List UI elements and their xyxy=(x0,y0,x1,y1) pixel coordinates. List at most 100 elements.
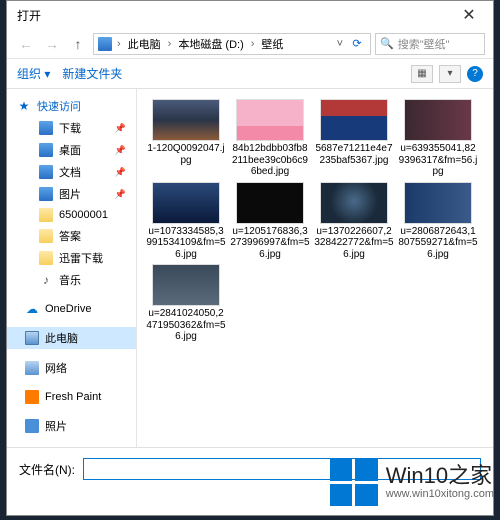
sidebar-label: Fresh Paint xyxy=(45,391,101,403)
sidebar-item-network[interactable]: 网络 xyxy=(7,357,136,379)
file-thumbnail xyxy=(152,182,220,224)
pin-icon: 📌 xyxy=(115,145,126,156)
file-grid: 1-120Q0092047.jpg84b12bdbb03fb8211bee39c… xyxy=(137,89,493,447)
file-item[interactable]: u=1370226607,2328422772&fm=56.jpg xyxy=(313,182,395,261)
pictures-icon xyxy=(39,187,53,201)
file-name-label: u=2806872643,1807559271&fm=56.jpg xyxy=(397,224,479,261)
folder-icon xyxy=(39,251,53,265)
file-thumbnail xyxy=(404,182,472,224)
sidebar-item-this-pc[interactable]: 此电脑 xyxy=(7,327,136,349)
sidebar-item-answers[interactable]: 答案 xyxy=(7,225,136,247)
close-icon: ✕ xyxy=(462,5,475,25)
sidebar-item-onedrive[interactable]: ☁ OneDrive xyxy=(7,299,136,319)
close-button[interactable]: ✕ xyxy=(451,4,487,26)
search-input[interactable]: 🔍 搜索"壁纸" xyxy=(375,33,485,55)
toolbar: 组织 ▾ 新建文件夹 ▦ ▾ ? xyxy=(7,59,493,89)
forward-button[interactable]: → xyxy=(41,33,63,55)
pin-icon: 📌 xyxy=(115,189,126,200)
file-item[interactable]: 1-120Q0092047.jpg xyxy=(145,99,227,178)
arrow-up-icon: ↑ xyxy=(75,36,82,52)
help-icon: ? xyxy=(472,68,478,79)
music-icon: ♪ xyxy=(39,273,53,287)
sidebar-label: 桌面 xyxy=(59,142,81,158)
arrow-left-icon: ← xyxy=(19,36,33,52)
file-thumbnail xyxy=(236,182,304,224)
file-item[interactable]: u=639355041,829396317&fm=56.jpg xyxy=(397,99,479,178)
folder-icon xyxy=(39,229,53,243)
network-icon xyxy=(25,361,39,375)
folder-icon xyxy=(39,208,53,222)
pin-icon: 📌 xyxy=(115,167,126,178)
chevron-down-icon: ▾ xyxy=(447,68,452,79)
sidebar-item-quick-access[interactable]: ★快速访问 xyxy=(7,95,136,117)
file-item[interactable]: u=2841024050,2471950362&fm=56.jpg xyxy=(145,264,227,343)
breadcrumb[interactable]: › 此电脑 › 本地磁盘 (D:) › 壁纸 ˅ ⟳ xyxy=(93,33,371,55)
window-title: 打开 xyxy=(17,7,41,24)
sidebar-label: 照片 xyxy=(45,418,67,434)
refresh-button[interactable]: ⟳ xyxy=(348,37,366,50)
cloud-icon: ☁ xyxy=(25,302,39,316)
windows-logo-icon xyxy=(330,458,378,506)
file-item[interactable]: 5687e71211e4e7235baf5367.jpg xyxy=(313,99,395,178)
sidebar-item-pictures[interactable]: 图片 📌 xyxy=(7,183,136,205)
titlebar: 打开 ✕ xyxy=(7,1,493,29)
sidebar-item-music[interactable]: ♪ 音乐 xyxy=(7,269,136,291)
sidebar-item-numfolder[interactable]: 65000001 xyxy=(7,205,136,225)
file-name-label: 84b12bdbb03fb8211bee39c0b6c96bed.jpg xyxy=(229,141,311,178)
sidebar-item-photos[interactable]: 照片 xyxy=(7,415,136,437)
help-button[interactable]: ? xyxy=(467,66,483,82)
sidebar-label: 音乐 xyxy=(59,272,81,288)
file-item[interactable]: u=2806872643,1807559271&fm=56.jpg xyxy=(397,182,479,261)
organize-menu[interactable]: 组织 ▾ xyxy=(17,65,50,82)
breadcrumb-dropdown[interactable]: ˅ xyxy=(334,38,346,50)
file-name-label: u=1205176836,3273996997&fm=56.jpg xyxy=(229,224,311,261)
file-thumbnail xyxy=(152,264,220,306)
file-name-label: u=1073334585,3991534109&fm=56.jpg xyxy=(145,224,227,261)
file-thumbnail xyxy=(236,99,304,141)
sidebar-label: 图片 xyxy=(59,186,81,202)
sidebar-label: 快速访问 xyxy=(37,98,81,114)
downloads-icon xyxy=(39,121,53,135)
file-thumbnail xyxy=(404,99,472,141)
file-name-label: u=2841024050,2471950362&fm=56.jpg xyxy=(145,306,227,343)
address-bar-row: ← → ↑ › 此电脑 › 本地磁盘 (D:) › 壁纸 ˅ ⟳ 🔍 搜索"壁纸… xyxy=(7,29,493,59)
drive-icon xyxy=(98,37,112,51)
breadcrumb-seg[interactable]: 本地磁盘 (D:) xyxy=(176,36,245,52)
watermark-url: www.win10xitong.com xyxy=(386,488,494,500)
sidebar-item-documents[interactable]: 文档 📌 xyxy=(7,161,136,183)
computer-icon xyxy=(25,331,39,345)
file-thumbnail xyxy=(320,99,388,141)
file-name-label: 1-120Q0092047.jpg xyxy=(145,141,227,166)
toolbar-right: ▦ ▾ ? xyxy=(411,65,483,83)
filename-label: 文件名(N): xyxy=(19,458,75,478)
breadcrumb-seg[interactable]: 此电脑 xyxy=(126,36,163,52)
sidebar-label: OneDrive xyxy=(45,303,91,315)
breadcrumb-sep: › xyxy=(165,38,175,50)
sidebar-label: 文档 xyxy=(59,164,81,180)
sidebar-item-fresh-paint[interactable]: Fresh Paint xyxy=(7,387,136,407)
breadcrumb-sep: › xyxy=(248,38,258,50)
pin-icon: 📌 xyxy=(115,123,126,134)
sidebar-item-thunder[interactable]: 迅雷下载 xyxy=(7,247,136,269)
file-item[interactable]: u=1205176836,3273996997&fm=56.jpg xyxy=(229,182,311,261)
back-button[interactable]: ← xyxy=(15,33,37,55)
file-item[interactable]: u=1073334585,3991534109&fm=56.jpg xyxy=(145,182,227,261)
breadcrumb-seg[interactable]: 壁纸 xyxy=(259,36,285,52)
new-folder-button[interactable]: 新建文件夹 xyxy=(62,65,122,82)
up-button[interactable]: ↑ xyxy=(67,33,89,55)
sidebar-item-downloads[interactable]: 下载 📌 xyxy=(7,117,136,139)
sidebar-item-desktop[interactable]: 桌面 📌 xyxy=(7,139,136,161)
documents-icon xyxy=(39,165,53,179)
sidebar-label: 此电脑 xyxy=(45,330,78,346)
fresh-paint-icon xyxy=(25,390,39,404)
file-item[interactable]: 84b12bdbb03fb8211bee39c0b6c96bed.jpg xyxy=(229,99,311,178)
watermark: Win10之家 www.win10xitong.com xyxy=(330,458,494,506)
sidebar-label: 下载 xyxy=(59,120,81,136)
view-dropdown[interactable]: ▾ xyxy=(439,65,461,83)
watermark-brand: Win10之家 xyxy=(386,464,494,488)
open-file-dialog: 打开 ✕ ← → ↑ › 此电脑 › 本地磁盘 (D:) › 壁纸 ˅ ⟳ 🔍 … xyxy=(6,0,494,516)
view-options-button[interactable]: ▦ xyxy=(411,65,433,83)
desktop-icon xyxy=(39,143,53,157)
breadcrumb-sep: › xyxy=(114,38,124,50)
search-icon: 🔍 xyxy=(380,37,394,50)
